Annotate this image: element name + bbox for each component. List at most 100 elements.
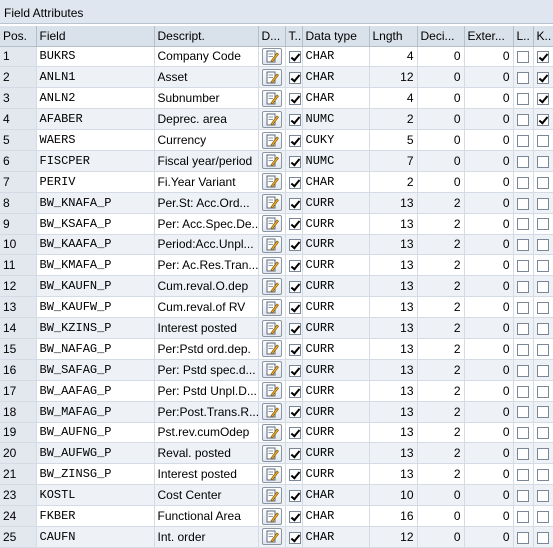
edit-document-icon[interactable] [261, 507, 282, 525]
row-field-name[interactable]: BW_AUFNG_P [36, 422, 155, 444]
row-description[interactable]: Company Code [154, 46, 259, 68]
key-checkbox[interactable] [537, 301, 549, 314]
key-checkbox[interactable] [537, 51, 549, 64]
edit-document-icon[interactable] [261, 256, 282, 274]
row-decimals[interactable]: 2 [417, 422, 465, 444]
row-data-type[interactable]: CHAR [302, 505, 370, 527]
technical-checkbox[interactable] [288, 489, 301, 502]
edit-document-icon[interactable] [261, 194, 282, 212]
key-checkbox[interactable] [537, 469, 549, 482]
lowercase-checkbox[interactable] [517, 510, 529, 523]
row-data-type[interactable]: CURR [302, 317, 370, 339]
row-external-length[interactable]: 0 [464, 463, 514, 486]
lowercase-checkbox[interactable] [517, 364, 529, 377]
key-checkbox[interactable] [537, 155, 549, 168]
technical-checkbox[interactable] [288, 51, 301, 64]
row-length[interactable]: 13 [369, 422, 418, 444]
row-decimals[interactable]: 2 [417, 234, 465, 256]
edit-document-icon[interactable] [261, 235, 282, 253]
edit-document-icon[interactable] [261, 528, 282, 546]
row-field-name[interactable]: BW_KMAFA_P [36, 254, 155, 277]
technical-checkbox[interactable] [288, 239, 301, 252]
row-description[interactable]: Per: Pstd spec.d... [154, 359, 259, 381]
row-external-length[interactable]: 0 [464, 505, 514, 527]
lowercase-checkbox[interactable] [517, 176, 529, 189]
edit-document-icon[interactable] [261, 110, 282, 128]
row-description[interactable]: Asset [154, 66, 259, 89]
lowercase-checkbox[interactable] [517, 385, 529, 398]
table-row[interactable]: 9 BW_KSAFA_P Per: Acc.Spec.De... CURR 13 2 0 [0, 213, 553, 235]
row-length[interactable]: 13 [369, 254, 418, 277]
lowercase-checkbox[interactable] [517, 134, 529, 147]
row-data-type[interactable]: CUKY [302, 129, 370, 151]
table-row[interactable]: 21 BW_ZINSG_P Interest posted CURR 13 2 0 [0, 463, 553, 486]
lowercase-checkbox[interactable] [517, 197, 529, 210]
table-row[interactable]: 6 FISCPER Fiscal year/period NUMC 7 0 0 [0, 150, 553, 172]
row-description[interactable]: Subnumber [154, 87, 259, 110]
row-external-length[interactable]: 0 [464, 317, 514, 339]
row-description[interactable]: Fi.Year Variant [154, 171, 259, 193]
row-length[interactable]: 13 [369, 213, 418, 235]
row-decimals[interactable]: 2 [417, 213, 465, 235]
table-row[interactable]: 8 BW_KNAFA_P Per.St: Acc.Ord... CURR 13 2 0 [0, 192, 553, 214]
key-checkbox[interactable] [537, 197, 549, 210]
edit-document-icon[interactable] [261, 89, 282, 107]
row-length[interactable]: 13 [369, 442, 418, 465]
row-length[interactable]: 13 [369, 463, 418, 486]
row-field-name[interactable]: CAUFN [36, 526, 155, 548]
row-external-length[interactable]: 0 [464, 150, 514, 172]
row-field-name[interactable]: FKBER [36, 505, 155, 527]
row-field-name[interactable]: BUKRS [36, 46, 155, 68]
row-data-type[interactable]: CHAR [302, 87, 370, 110]
row-description[interactable]: Per:Pstd ord.dep. [154, 338, 259, 360]
row-decimals[interactable]: 2 [417, 442, 465, 465]
row-length[interactable]: 12 [369, 66, 418, 89]
lowercase-checkbox[interactable] [517, 51, 529, 64]
row-data-type[interactable]: CURR [302, 338, 370, 360]
lowercase-checkbox[interactable] [517, 448, 529, 461]
row-decimals[interactable]: 2 [417, 296, 465, 319]
row-length[interactable]: 13 [369, 380, 418, 402]
lowercase-checkbox[interactable] [517, 260, 529, 273]
row-description[interactable]: Currency [154, 129, 259, 151]
row-description[interactable]: Cum.reval.of RV [154, 296, 259, 319]
row-field-name[interactable]: BW_KZINS_P [36, 317, 155, 339]
row-decimals[interactable]: 2 [417, 275, 465, 298]
edit-document-icon[interactable] [261, 382, 282, 400]
row-data-type[interactable]: CURR [302, 380, 370, 402]
row-data-type[interactable]: NUMC [302, 150, 370, 172]
row-decimals[interactable]: 0 [417, 171, 465, 193]
lowercase-checkbox[interactable] [517, 322, 529, 335]
row-external-length[interactable]: 0 [464, 484, 514, 507]
row-decimals[interactable]: 2 [417, 401, 465, 423]
row-field-name[interactable]: BW_NAFAG_P [36, 338, 155, 360]
lowercase-checkbox[interactable] [517, 301, 529, 314]
row-data-type[interactable]: CURR [302, 359, 370, 381]
edit-document-icon[interactable] [261, 173, 282, 191]
row-length[interactable]: 5 [369, 129, 418, 151]
edit-document-icon[interactable] [261, 465, 282, 483]
key-checkbox[interactable] [537, 385, 549, 398]
row-field-name[interactable]: BW_KAUFN_P [36, 275, 155, 298]
row-data-type[interactable]: CURR [302, 254, 370, 277]
row-external-length[interactable]: 0 [464, 66, 514, 89]
row-decimals[interactable]: 2 [417, 192, 465, 214]
row-length[interactable]: 13 [369, 234, 418, 256]
key-checkbox[interactable] [537, 531, 549, 544]
row-external-length[interactable]: 0 [464, 192, 514, 214]
key-checkbox[interactable] [537, 113, 549, 126]
row-field-name[interactable]: BW_AAFAG_P [36, 380, 155, 402]
row-external-length[interactable]: 0 [464, 359, 514, 381]
key-checkbox[interactable] [537, 489, 549, 502]
row-field-name[interactable]: PERIV [36, 171, 155, 193]
lowercase-checkbox[interactable] [517, 427, 529, 440]
row-length[interactable]: 13 [369, 359, 418, 381]
edit-document-icon[interactable] [261, 152, 282, 170]
row-external-length[interactable]: 0 [464, 296, 514, 319]
row-data-type[interactable]: CHAR [302, 171, 370, 193]
table-row[interactable]: 7 PERIV Fi.Year Variant CHAR 2 0 0 [0, 171, 553, 193]
row-description[interactable]: Interest posted [154, 463, 259, 486]
key-checkbox[interactable] [537, 364, 549, 377]
technical-checkbox[interactable] [288, 113, 301, 126]
edit-document-icon[interactable] [261, 131, 282, 149]
